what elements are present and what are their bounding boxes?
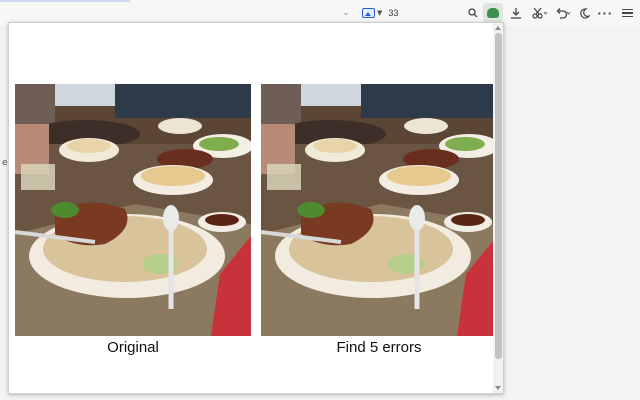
undo-icon[interactable]	[553, 4, 573, 22]
original-caption: Original	[107, 339, 159, 356]
scroll-thumb[interactable]	[495, 33, 502, 359]
find-errors-caption: Find 5 errors	[336, 339, 422, 356]
page-edge-text: e	[2, 158, 8, 168]
cut-icon[interactable]	[530, 4, 550, 22]
caret-down-icon: ▼	[377, 9, 383, 17]
image-count: 33	[388, 8, 399, 18]
image-icon	[362, 8, 375, 18]
puzzle-extension-icon[interactable]	[483, 3, 503, 23]
popup-scrollbar[interactable]	[493, 23, 503, 393]
menu-icon[interactable]	[620, 4, 634, 22]
moon-icon[interactable]	[577, 4, 591, 22]
download-icon[interactable]	[508, 4, 524, 22]
scroll-up-icon[interactable]	[495, 26, 501, 30]
original-photo	[15, 84, 251, 336]
spot-the-difference-popup: Original Find 5 errors	[8, 22, 504, 394]
chevron-down-icon[interactable]: ⌄	[340, 4, 352, 22]
more-icon[interactable]: ···	[597, 4, 612, 22]
image-counter-button[interactable]: ▼ 33	[362, 4, 402, 22]
modified-photo[interactable]	[261, 84, 497, 336]
toolbar-accent-line	[0, 0, 130, 2]
search-icon[interactable]	[466, 4, 480, 22]
scroll-down-icon[interactable]	[495, 386, 501, 390]
